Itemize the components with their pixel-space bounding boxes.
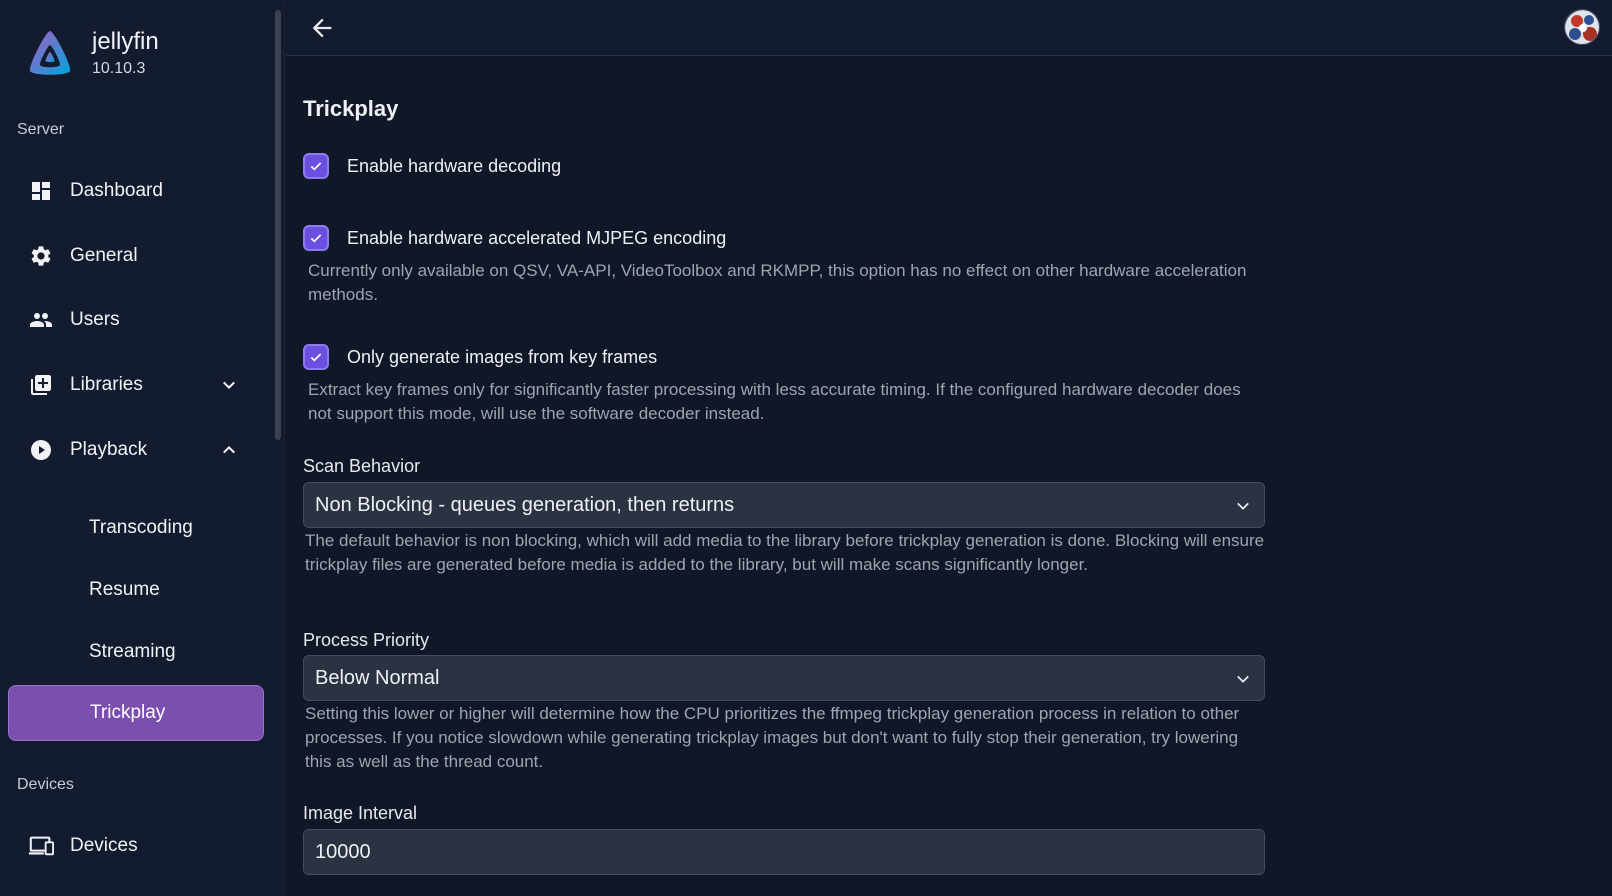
- keyframes-checkbox[interactable]: [303, 344, 329, 370]
- sidebar-item-transcoding[interactable]: Transcoding: [8, 500, 264, 556]
- sidebar-item-dashboard[interactable]: Dashboard: [8, 163, 264, 219]
- arrow-left-icon[interactable]: [308, 14, 336, 42]
- dashboard-icon: [28, 178, 54, 204]
- sidebar: jellyfin 10.10.3 Server Dashboard Genera…: [0, 0, 285, 896]
- sidebar-item-label: Devices: [70, 835, 138, 856]
- sidebar-item-playback[interactable]: Playback: [8, 422, 264, 478]
- scan-behavior-label: Scan Behavior: [303, 456, 421, 476]
- avatar-image: [1565, 10, 1599, 44]
- top-header: [286, 0, 1612, 56]
- sidebar-item-label: Libraries: [70, 374, 143, 395]
- app-root: jellyfin 10.10.3 Server Dashboard Genera…: [0, 0, 1612, 896]
- mjpeg-help: Currently only available on QSV, VA-API,…: [308, 261, 1247, 304]
- sidebar-item-label: Streaming: [89, 641, 176, 662]
- hw-decoding-label: Enable hardware decoding: [347, 155, 562, 176]
- image-interval-input[interactable]: 10000: [303, 829, 1265, 875]
- jellyfin-logo-icon: [29, 31, 71, 75]
- sidebar-item-users[interactable]: Users: [8, 292, 264, 348]
- mjpeg-label: Enable hardware accelerated MJPEG encodi…: [347, 227, 727, 248]
- sidebar-item-trickplay[interactable]: Trickplay: [8, 685, 264, 741]
- check-icon: [310, 353, 322, 362]
- sidebar-item-general[interactable]: General: [8, 228, 264, 284]
- brand-name: jellyfin: [92, 28, 159, 55]
- keyframes-row[interactable]: Only generate images from key frames: [303, 344, 657, 370]
- section-label-devices: Devices: [17, 776, 74, 793]
- process-priority-select[interactable]: Below Normal: [303, 655, 1265, 701]
- play-circle-icon: [28, 437, 54, 463]
- sidebar-item-label: Dashboard: [70, 180, 163, 201]
- section-label-server: Server: [17, 121, 65, 138]
- sidebar-scrollbar-thumb[interactable]: [275, 10, 281, 440]
- brand[interactable]: jellyfin 10.10.3: [26, 28, 159, 78]
- user-avatar[interactable]: [1564, 9, 1600, 45]
- page-title: Trickplay: [303, 96, 399, 121]
- main-content: Trickplay Enable hardware decoding Enabl…: [286, 57, 1612, 896]
- chevron-down-icon: [1237, 675, 1249, 683]
- sidebar-item-label: Transcoding: [89, 517, 193, 538]
- scan-behavior-help: The default behavior is non blocking, wh…: [305, 531, 1265, 574]
- mjpeg-row[interactable]: Enable hardware accelerated MJPEG encodi…: [303, 225, 726, 251]
- process-priority-help: Setting this lower or higher will determ…: [305, 704, 1240, 771]
- chevron-up-icon[interactable]: [220, 441, 238, 459]
- sidebar-item-libraries[interactable]: Libraries: [8, 357, 264, 413]
- chevron-down-icon: [1237, 502, 1249, 510]
- image-interval-label: Image Interval: [303, 803, 418, 823]
- sidebar-item-label: Users: [70, 309, 120, 330]
- sidebar-scrollbar[interactable]: [274, 0, 282, 896]
- brand-version: 10.10.3: [92, 60, 146, 77]
- sidebar-item-label: General: [70, 245, 138, 266]
- devices-icon: [28, 833, 54, 859]
- check-icon: [310, 162, 322, 171]
- mjpeg-checkbox[interactable]: [303, 225, 329, 251]
- brand-text: jellyfin 10.10.3: [92, 28, 159, 78]
- process-priority-value: Below Normal: [315, 666, 440, 689]
- users-icon: [28, 307, 54, 333]
- sidebar-item-label: Trickplay: [90, 702, 166, 723]
- check-icon: [310, 234, 322, 243]
- sidebar-item-devices[interactable]: Devices: [8, 818, 264, 874]
- hw-decoding-checkbox[interactable]: [303, 153, 329, 179]
- sidebar-item-resume[interactable]: Resume: [8, 562, 264, 618]
- hw-decoding-row[interactable]: Enable hardware decoding: [303, 153, 561, 179]
- scan-behavior-value: Non Blocking - queues generation, then r…: [315, 493, 735, 516]
- chevron-down-icon[interactable]: [220, 376, 238, 394]
- process-priority-label: Process Priority: [303, 630, 430, 650]
- sidebar-item-streaming[interactable]: Streaming: [8, 624, 264, 680]
- library-add-icon: [28, 372, 54, 398]
- sidebar-item-label: Resume: [89, 579, 160, 600]
- sidebar-item-label: Playback: [70, 439, 148, 460]
- image-interval-value[interactable]: 10000: [315, 841, 371, 864]
- keyframes-help: Extract key frames only for significantl…: [308, 380, 1241, 423]
- scan-behavior-select[interactable]: Non Blocking - queues generation, then r…: [303, 482, 1265, 528]
- keyframes-label: Only generate images from key frames: [347, 346, 658, 367]
- gear-icon: [28, 243, 54, 269]
